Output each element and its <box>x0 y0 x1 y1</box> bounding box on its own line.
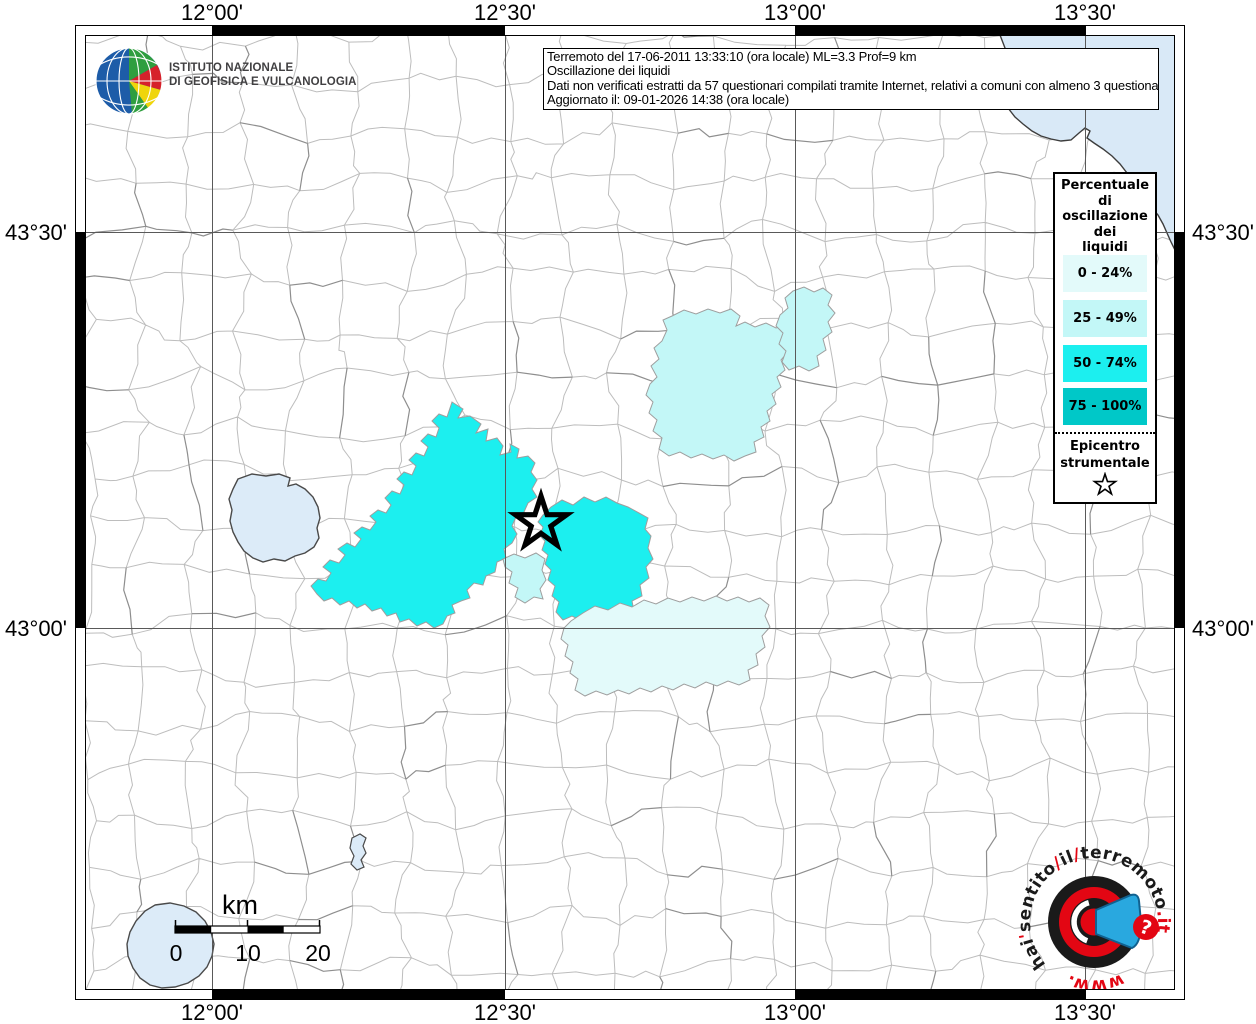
ingv-logo-globe <box>95 47 163 115</box>
event-title: Terremoto del 17-06-2011 13:33:10 (ora l… <box>547 49 917 64</box>
event-data-note: Dati non verificati estratti da 57 quest… <box>547 77 1159 93</box>
region-0-24-south <box>560 595 771 697</box>
axis-label-top-1230: 12°30' <box>474 0 536 25</box>
legend-epicenter-label-1: Epicentro <box>1070 439 1140 454</box>
axis-label-right-4300: 43°00' <box>1192 616 1254 641</box>
event-update-note: Aggiornato il: 09-01-2026 14:38 (ora loc… <box>547 92 789 108</box>
legend-separator <box>1055 432 1155 434</box>
map-canvas: ? hai'sentito/il/terremoto .it www. <box>75 25 1185 1000</box>
legend-epicenter-label-2: strumentale <box>1060 456 1150 471</box>
legend-box: Percentuale di oscillazione dei liquidi … <box>1053 172 1157 504</box>
scalebar-tick-0: 0 <box>169 940 183 966</box>
axis-label-bottom-1300: 13°00' <box>764 1000 826 1024</box>
axis-label-bottom-1330: 13°30' <box>1054 1000 1116 1024</box>
axis-label-bottom-1200: 12°00' <box>181 1000 243 1024</box>
axis-label-top-1330: 13°30' <box>1054 0 1116 25</box>
axis-label-top-1200: 12°00' <box>181 0 243 25</box>
axis-label-left-4300: 43°00' <box>5 616 67 641</box>
legend-title: Percentuale di oscillazione dei liquidi <box>1060 178 1150 255</box>
scalebar-tick-20: 20 <box>305 940 331 966</box>
ingv-line2: DI GEOFISICA E VULCANOLOGIA <box>169 75 357 88</box>
map-page: ? hai'sentito/il/terremoto .it www. 12°0… <box>0 0 1256 1024</box>
lake-corbara <box>349 833 367 871</box>
ingv-wordmark: ISTITUTO NAZIONALE DI GEOFISICA E VULCAN… <box>169 62 357 89</box>
legend-class-25-49: 25 - 49% <box>1063 300 1147 337</box>
legend-class-75-100: 75 - 100% <box>1063 388 1147 425</box>
axis-label-top-1300: 13°00' <box>764 0 826 25</box>
legend-star-icon <box>1092 472 1118 496</box>
axis-label-left-4330: 43°30' <box>5 220 67 245</box>
legend-class-50-74: 50 - 74% <box>1063 345 1147 382</box>
axis-label-bottom-1230: 12°30' <box>474 1000 536 1024</box>
axis-label-right-4330: 43°30' <box>1192 220 1254 245</box>
event-info-box: Terremoto del 17-06-2011 13:33:10 (ora l… <box>543 48 1159 110</box>
scalebar-unit: km <box>222 890 258 920</box>
scalebar-tick-10: 10 <box>235 940 261 966</box>
ingv-line1: ISTITUTO NAZIONALE <box>169 62 294 74</box>
event-subtitle: Oscillazione dei liquidi <box>547 63 671 79</box>
legend-class-0-24: 0 - 24% <box>1063 255 1147 292</box>
